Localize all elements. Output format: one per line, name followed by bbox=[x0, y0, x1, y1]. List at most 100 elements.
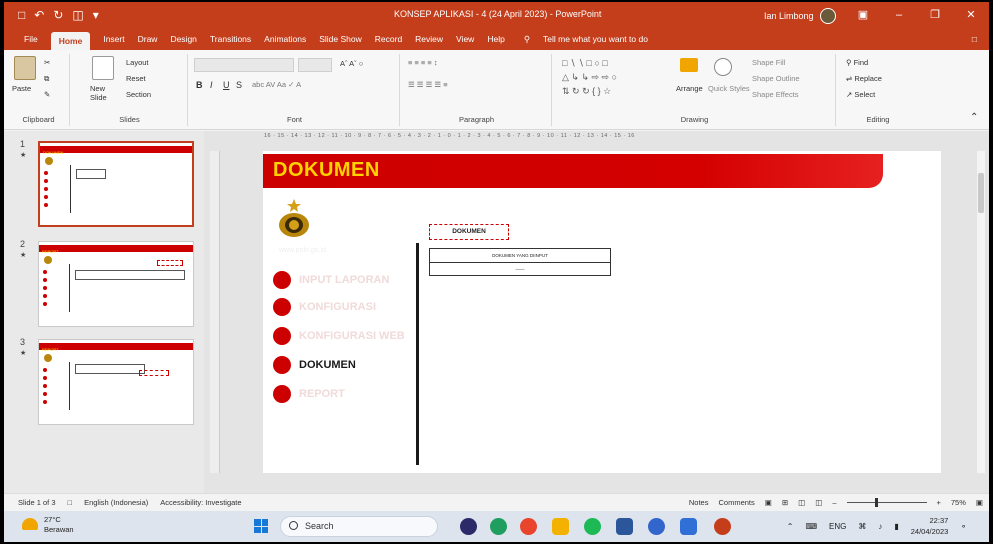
collapse-ribbon-icon[interactable]: ⌃ bbox=[970, 112, 978, 123]
clock[interactable]: 22:37 24/04/2023 bbox=[911, 515, 949, 537]
notification-icon[interactable]: ⚬ bbox=[960, 522, 967, 531]
chrome-app-icon[interactable] bbox=[520, 518, 537, 535]
tab-help[interactable]: Help bbox=[487, 34, 504, 44]
tab-insert[interactable]: Insert bbox=[103, 34, 124, 44]
cut-icon[interactable]: ✂ bbox=[44, 58, 50, 67]
copy-icon[interactable]: ⧉ bbox=[44, 74, 49, 84]
tab-transitions[interactable]: Transitions bbox=[210, 34, 251, 44]
quick-styles-button[interactable]: Quick Styles bbox=[708, 84, 750, 93]
keyboard-icon[interactable]: ⌨ bbox=[805, 522, 817, 531]
shapes-gallery-row2-icon[interactable]: △ ↳ ↳ ⇨ ⇨ ○ bbox=[562, 72, 617, 83]
file-explorer-icon[interactable] bbox=[552, 518, 569, 535]
tab-review[interactable]: Review bbox=[415, 34, 443, 44]
paste-button[interactable]: Paste bbox=[12, 84, 31, 93]
section-button[interactable]: Section bbox=[126, 90, 151, 99]
zoom-in-icon[interactable]: + bbox=[937, 498, 941, 507]
zoom-knob[interactable] bbox=[874, 498, 878, 507]
minimize-icon[interactable]: – bbox=[881, 2, 917, 28]
weather-widget[interactable]: 27°C Berawan bbox=[22, 515, 74, 535]
new-slide-button[interactable]: New Slide bbox=[90, 84, 120, 102]
replace-button[interactable]: ⇌ Replace bbox=[846, 74, 882, 83]
comments-icon[interactable]: □ bbox=[972, 34, 977, 44]
battery-icon[interactable]: ▮ bbox=[894, 522, 898, 531]
tab-draw[interactable]: Draw bbox=[138, 34, 158, 44]
zoom-out-icon[interactable]: – bbox=[832, 498, 836, 507]
shape-fill-button[interactable]: Shape Fill bbox=[752, 58, 785, 67]
shape-effects-button[interactable]: Shape Effects bbox=[752, 90, 799, 99]
spotify-icon[interactable] bbox=[584, 518, 601, 535]
zoom-slider[interactable] bbox=[846, 498, 927, 507]
fit-slide-icon[interactable]: ▣ bbox=[976, 498, 983, 507]
notes-button[interactable]: Notes bbox=[689, 498, 709, 507]
customize-icon[interactable]: ▾ bbox=[93, 8, 99, 22]
scrollbar-thumb[interactable] bbox=[978, 173, 984, 213]
thumbnail-slide-3[interactable]: REPORT bbox=[38, 339, 194, 425]
tab-design[interactable]: Design bbox=[170, 34, 196, 44]
tray-overflow-icon[interactable]: ⌃ bbox=[787, 522, 794, 531]
tab-slide-show[interactable]: Slide Show bbox=[319, 34, 362, 44]
quick-styles-icon[interactable] bbox=[714, 58, 732, 76]
shape-outline-button[interactable]: Shape Outline bbox=[752, 74, 800, 83]
current-slide[interactable]: DOKUMEN www.polri.go.id INPUT LAPORAN KO… bbox=[263, 151, 941, 473]
save-icon[interactable]: □ bbox=[18, 8, 25, 22]
italic-button[interactable]: I bbox=[210, 80, 213, 90]
slide-sorter-icon[interactable]: ⊞ bbox=[782, 498, 788, 507]
slide-title[interactable]: DOKUMEN bbox=[273, 159, 380, 182]
grow-font-icon[interactable]: Aˆ Aˇ ○ bbox=[340, 59, 363, 68]
align-icon[interactable]: ☰ ☰ ☰ ☰ ≡ bbox=[408, 80, 448, 89]
redo-icon[interactable]: ↻ bbox=[53, 8, 63, 22]
thumbnail-slide-1[interactable]: DOKUMEN bbox=[38, 141, 194, 227]
tab-animations[interactable]: Animations bbox=[264, 34, 306, 44]
strikethrough-button[interactable]: S bbox=[236, 80, 242, 90]
vertical-scrollbar[interactable] bbox=[977, 151, 985, 473]
app-icon[interactable] bbox=[648, 518, 665, 535]
undo-icon[interactable]: ↶ bbox=[34, 8, 44, 22]
shapes-gallery-icon[interactable]: □ ∖ ∖ □ ○ □ bbox=[562, 58, 608, 69]
close-icon[interactable]: ✕ bbox=[953, 2, 989, 28]
bullets-icon[interactable]: ≡ ≡ ≡ ≡ ↕ bbox=[408, 58, 438, 67]
slide-nav-input-laporan[interactable]: INPUT LAPORAN bbox=[273, 271, 389, 289]
meet-app-icon[interactable] bbox=[460, 518, 477, 535]
slide-nav-report[interactable]: REPORT bbox=[273, 385, 345, 403]
slide-nav-konfigurasi-web[interactable]: KONFIGURASI WEB bbox=[273, 327, 405, 345]
select-button[interactable]: ↗ Select bbox=[846, 90, 875, 99]
word-app-icon[interactable] bbox=[616, 518, 633, 535]
format-painter-icon[interactable]: ✎ bbox=[44, 90, 50, 99]
tab-record[interactable]: Record bbox=[375, 34, 402, 44]
font-family-select[interactable] bbox=[194, 58, 294, 72]
arrange-icon[interactable] bbox=[680, 58, 698, 72]
tab-file[interactable]: File bbox=[24, 34, 38, 44]
reset-button[interactable]: Reset bbox=[126, 74, 146, 83]
avatar[interactable] bbox=[819, 8, 836, 24]
volume-icon[interactable]: ♪ bbox=[878, 522, 882, 531]
wifi-icon[interactable]: ⌘ bbox=[858, 522, 866, 531]
ribbon-display-icon[interactable]: ▣ bbox=[845, 2, 881, 28]
comments-button[interactable]: Comments bbox=[718, 498, 754, 507]
new-slide-icon[interactable] bbox=[92, 56, 114, 80]
accessibility-status[interactable]: Accessibility: Investigate bbox=[160, 498, 241, 507]
paste-icon[interactable] bbox=[14, 56, 36, 80]
font-tools-icon[interactable]: abc AV Aa ✓ A bbox=[252, 80, 301, 89]
spellcheck-icon[interactable]: □ bbox=[68, 498, 73, 507]
restore-icon[interactable]: ❐ bbox=[917, 2, 953, 28]
normal-view-icon[interactable]: ▣ bbox=[765, 498, 772, 507]
slide-nav-dokumen[interactable]: DOKUMEN bbox=[273, 356, 356, 374]
taskbar-search[interactable]: Search bbox=[280, 516, 438, 537]
edge-app-icon[interactable] bbox=[490, 518, 507, 535]
photos-app-icon[interactable] bbox=[680, 518, 697, 535]
tell-me-search[interactable]: Tell me what you want to do bbox=[543, 34, 648, 44]
start-button[interactable] bbox=[254, 519, 268, 533]
dokumen-button[interactable]: DOKUMEN bbox=[429, 224, 509, 240]
layout-button[interactable]: Layout bbox=[126, 58, 149, 67]
arrange-button[interactable]: Arrange bbox=[676, 84, 703, 93]
shapes-gallery-row3-icon[interactable]: ⇅ ↻ ↻ { } ☆ bbox=[562, 86, 611, 97]
slide-nav-konfigurasi[interactable]: KONFIGURASI bbox=[273, 298, 376, 316]
present-icon[interactable]: ◫ bbox=[72, 8, 83, 22]
find-button[interactable]: ⚲ Find bbox=[846, 58, 868, 67]
underline-button[interactable]: U bbox=[223, 80, 230, 90]
slideshow-icon[interactable]: ◫ bbox=[815, 498, 822, 507]
reading-view-icon[interactable]: ◫ bbox=[798, 498, 805, 507]
zoom-level[interactable]: 75% bbox=[951, 498, 966, 507]
language-indicator[interactable]: English (Indonesia) bbox=[84, 498, 148, 507]
tab-view[interactable]: View bbox=[456, 34, 474, 44]
